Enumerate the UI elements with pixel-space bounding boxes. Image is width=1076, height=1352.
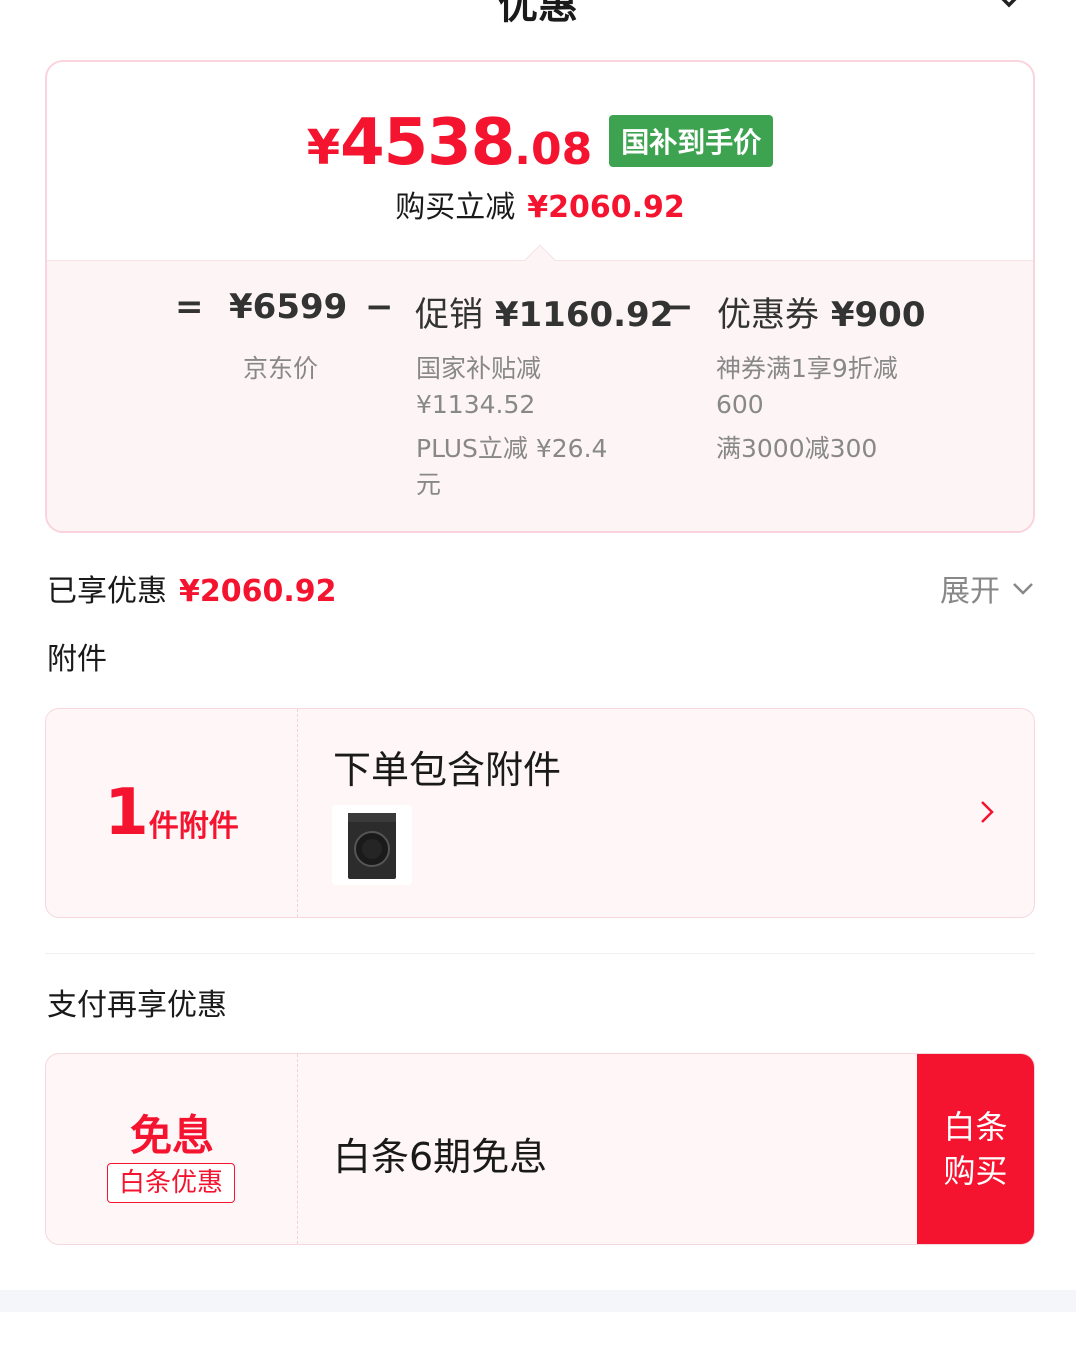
coupon-detail-item: 神券满1享9折减 600 bbox=[716, 354, 898, 419]
promo-amount: ¥1160.92 bbox=[494, 295, 674, 335]
free-interest-label: 免息 bbox=[129, 1111, 214, 1160]
accessories-section-title: 附件 bbox=[47, 642, 107, 677]
promo-detail-item: 国家补贴减 ¥1134.52 bbox=[416, 354, 542, 419]
payment-offer-card: 免息 白条优惠 白条6期免息 白条 购买 bbox=[45, 1053, 1035, 1245]
promo-label: 促销 bbox=[415, 295, 483, 335]
promo-detail-item: PLUS立减 ¥26.4元 bbox=[416, 434, 608, 499]
coupon-amount: ¥900 bbox=[830, 295, 926, 335]
subsidy-price-badge: 国补到手价 bbox=[609, 115, 774, 167]
baitiao-badge: 白条优惠 bbox=[107, 1163, 235, 1203]
price-decimal: .08 bbox=[514, 124, 593, 175]
purchase-reduction: 购买立减 ¥2060.92 bbox=[47, 182, 1033, 226]
price-breakdown: = ¥6599 − 促销 ¥1160.92 − 优惠券 ¥900 京东价 国家补… bbox=[47, 244, 1033, 531]
accessory-count-unit: 件附件 bbox=[148, 809, 239, 844]
chevron-right-icon[interactable] bbox=[974, 799, 1000, 825]
price-integer: 4538 bbox=[340, 106, 515, 180]
coupon-detail-item: 满3000减300 bbox=[716, 434, 878, 463]
equals-sign: = bbox=[175, 287, 204, 327]
payment-offer-name: 白条6期免息 bbox=[333, 1135, 548, 1179]
coupon-term: 优惠券 ¥900 bbox=[717, 287, 925, 336]
reduce-label: 购买立减 bbox=[395, 190, 516, 225]
coupon-label: 优惠券 bbox=[717, 295, 819, 335]
final-price-section: ¥4538.08 国补到手价 购买立减 ¥2060.92 bbox=[47, 62, 1033, 262]
accessories-card[interactable]: 1 件附件 下单包含附件 bbox=[45, 708, 1035, 918]
payment-section-title: 支付再享优惠 bbox=[47, 988, 227, 1023]
price-formula: = ¥6599 − 促销 ¥1160.92 − 优惠券 ¥900 bbox=[47, 287, 1033, 337]
jd-price-label: 京东价 bbox=[243, 354, 319, 383]
minus-sign: − bbox=[665, 287, 694, 327]
price-summary-card: ¥4538.08 国补到手价 购买立减 ¥2060.92 = ¥6599 − 促销… bbox=[45, 60, 1035, 533]
payment-offer-tag: 免息 白条优惠 bbox=[46, 1054, 298, 1244]
minus-sign: − bbox=[365, 287, 394, 327]
page-title: 优惠 bbox=[498, 0, 578, 28]
buy-button-line2[interactable]: 购买 bbox=[943, 1149, 1007, 1193]
accessory-count-number: 1 bbox=[104, 776, 149, 850]
expand-label[interactable]: 展开 bbox=[940, 566, 1000, 610]
price-currency: ¥ bbox=[306, 120, 341, 176]
promo-details: 国家补贴减 ¥1134.52 PLUS立减 ¥26.4元 bbox=[416, 351, 616, 503]
accessory-title: 下单包含附件 bbox=[333, 748, 562, 792]
enjoyed-discount: 已享优惠 ¥2060.92 bbox=[47, 566, 337, 610]
washing-machine-thumbnail[interactable] bbox=[332, 805, 412, 885]
enjoyed-amount: ¥2060.92 bbox=[179, 574, 337, 609]
final-price: ¥4538.08 国补到手价 bbox=[47, 106, 1033, 180]
coupon-details: 神券满1享9折减 600 满3000减300 bbox=[716, 351, 936, 467]
reduce-amount: ¥2060.92 bbox=[527, 190, 685, 225]
buy-button-line1[interactable]: 白条 bbox=[943, 1105, 1007, 1149]
close-button[interactable] bbox=[986, 0, 1032, 24]
baitiao-buy-button[interactable]: 白条 购买 bbox=[917, 1054, 1034, 1244]
section-divider bbox=[45, 953, 1035, 954]
close-icon[interactable] bbox=[986, 0, 1032, 24]
promo-term: 促销 ¥1160.92 bbox=[415, 287, 673, 336]
bottom-bar bbox=[0, 1290, 1076, 1312]
chevron-down-icon[interactable] bbox=[1010, 575, 1036, 601]
accessory-count: 1 件附件 bbox=[46, 709, 298, 917]
jd-price: ¥6599 bbox=[229, 287, 348, 327]
washing-machine-icon bbox=[348, 813, 396, 879]
expand-button[interactable]: 展开 bbox=[940, 566, 1036, 610]
enjoyed-label: 已享优惠 bbox=[47, 574, 167, 609]
